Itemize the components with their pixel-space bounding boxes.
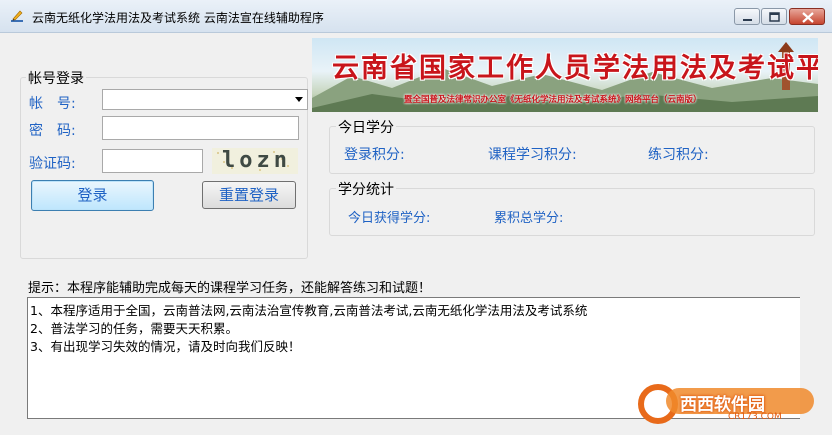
maximize-icon [769,12,780,22]
login-points-label: 登录积分: [344,147,405,163]
practice-points-label: 练习积分: [648,147,709,163]
banner-subtitle: 暨全国普及法律常识办公室《无纸化学法用法及考试系统》网络平台（云南版） [404,95,702,105]
points-statistics-label: 学分统计 [336,179,396,199]
minimize-button[interactable] [734,8,760,25]
account-combobox[interactable] [102,89,308,110]
dropdown-arrow-icon[interactable] [295,97,303,102]
login-button[interactable]: 登录 [31,180,154,211]
watermark-url: CR173.COM [728,412,782,422]
reset-login-button[interactable]: 重置登录 [202,181,296,209]
window-title: 云南无纸化学法用法及考试系统 云南法宣在线辅助程序 [32,11,324,25]
app-pencil-icon [11,10,23,22]
banner-title: 云南省国家工作人员学法用法及考试平台 [332,53,818,84]
account-login-label: 帐号登录 [26,68,86,88]
captcha-text: lozn [222,148,291,173]
today-points-label: 今日学分 [336,117,396,137]
maximize-button[interactable] [761,8,787,25]
captcha-image[interactable]: lozn [212,148,298,174]
note-line: 3、有出现学习失效的情况，请及时向我们反映！ [30,339,301,354]
total-points-label: 累积总学分: [494,211,564,226]
tip-text: 提示：本程序能辅助完成每天的课程学习任务，还能解答练习和试题！ [28,281,432,296]
title-bar: 云南无纸化学法用法及考试系统 云南法宣在线辅助程序 [0,0,832,33]
note-line: 2、普法学习的任务，需要天天积累。 [30,321,238,336]
captcha-label: 验证码: [29,156,76,172]
close-button[interactable] [789,8,825,25]
captcha-input[interactable] [102,149,203,173]
password-label: 密 码: [29,123,76,139]
close-icon [802,12,814,23]
watermark-logo: 西西软件园 CR173.COM [636,382,816,426]
account-label: 帐 号: [29,96,76,112]
password-input[interactable] [102,116,299,140]
note-line: 1、本程序适用于全国，云南普法网,云南法治宣传教育,云南普法考试,云南无纸化学法… [30,303,588,318]
platform-banner: 云南省国家工作人员学法用法及考试平台 暨全国普及法律常识办公室《无纸化学法用法及… [312,38,818,112]
course-points-label: 课程学习积分: [488,147,577,163]
minimize-icon [743,19,752,21]
today-earned-label: 今日获得学分: [348,211,431,226]
